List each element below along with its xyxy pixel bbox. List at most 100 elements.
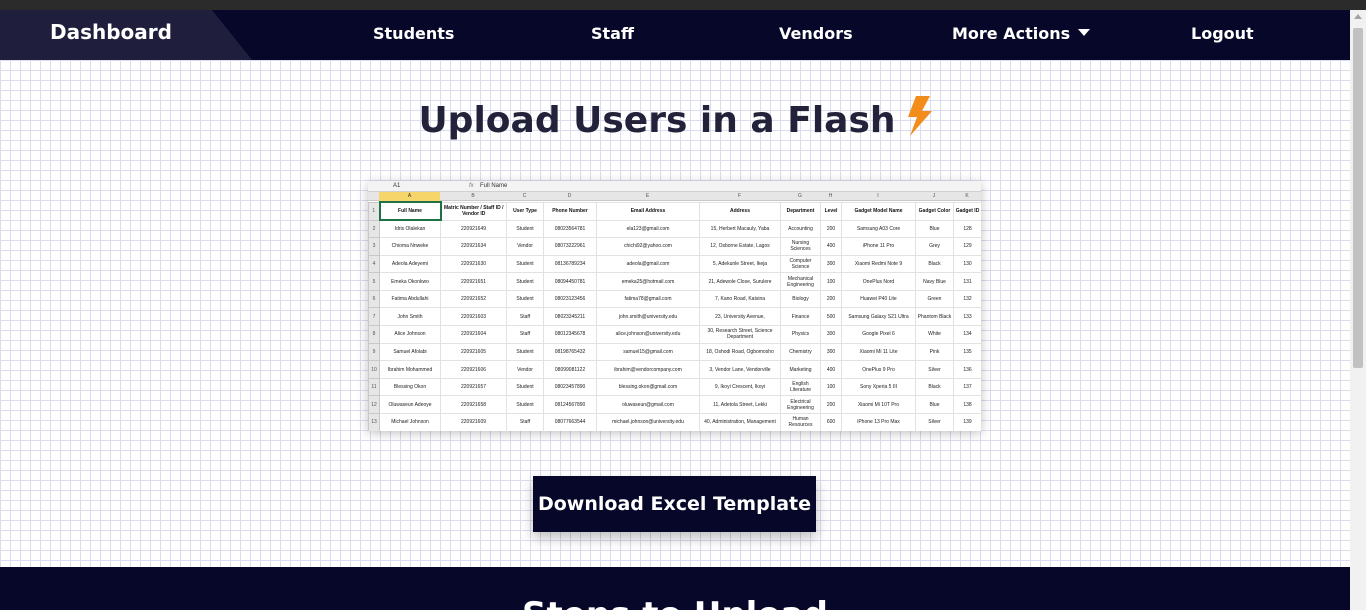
sheet-cell: Silver (915, 360, 954, 379)
sheet-cell: Blessing Okon (379, 377, 441, 397)
scroll-thumb[interactable] (1353, 28, 1363, 368)
sheet-cell: 300 (820, 254, 842, 274)
nav-vendors[interactable]: Vendors (779, 24, 853, 43)
sheet-cell: Student (506, 219, 544, 239)
sheet-cell: Pink (915, 342, 954, 362)
sheet-cell: White (915, 325, 954, 344)
sheet-cell: Nursing Sciences (780, 237, 821, 256)
sheet-cell: Adeola Adeyemi (379, 254, 441, 274)
sheet-cell: Samsung A03 Core (841, 219, 916, 239)
sheet-cell: 08023345211 (543, 307, 597, 327)
table-row: 12 Oluwaseun Adeoye 220921658 Student 081245… (368, 395, 981, 415)
column-headers: A B C D E F G H I J K (368, 192, 981, 201)
scroll-up-arrow-icon[interactable] (1354, 14, 1362, 19)
column-letter: A (379, 192, 440, 201)
table-row: 9 Samuel Afolabi 220921605 Student 081987654… (368, 342, 981, 362)
row-number: 5 (368, 272, 380, 291)
download-excel-template-button[interactable]: Download Excel Template (533, 476, 816, 532)
lightning-bolt-icon (907, 96, 932, 136)
sheet-cell: Electrical Engineering (780, 395, 821, 415)
sheet-cell: 220921657 (440, 377, 507, 397)
sheet-cell: Green (915, 289, 954, 309)
column-letter: I (877, 193, 879, 199)
table-row: 8 Alice Johnson 220921604 Staff 08012345678 a… (368, 325, 981, 344)
sheet-cell: 500 (820, 307, 842, 327)
sheet-cell: Fatima Abdullahi (379, 289, 441, 309)
table-row: 6 Fatima Abdullahi 220921652 Student 0802312… (368, 289, 981, 309)
sheet-cell: 18, Oshodi Road, Ogbomosho (699, 342, 781, 362)
sheet-cell: Accounting (780, 219, 821, 239)
page-scrollbar[interactable] (1350, 10, 1366, 610)
formula-value: Full Name (480, 183, 508, 189)
sheet-cell: 08094450781 (543, 272, 597, 291)
sheet-cell: Xiaomi Redmi Note 9 (841, 254, 916, 274)
sheet-cell: iPhone 13 Pro Max (841, 413, 916, 431)
row-number: 2 (368, 219, 380, 239)
sheet-cell: 220921606 (440, 360, 507, 379)
row-number: 6 (368, 289, 380, 309)
sheet-cell: Student (506, 395, 544, 415)
nav-more-actions[interactable]: More Actions (952, 24, 1091, 43)
sheet-cell: 130 (953, 254, 981, 274)
sheet-header-cell: Matric Number / Staff ID / Vendor ID (440, 201, 507, 221)
sheet-cell: 220921652 (440, 289, 507, 309)
sheet-cell: 131 (953, 272, 981, 291)
sheet-cell: Idris Olalekan (379, 219, 441, 239)
row-number: 12 (368, 395, 380, 415)
column-letter: G (798, 193, 802, 199)
sheet-cell: 200 (820, 289, 842, 309)
sheet-cell: Marketing (780, 360, 821, 379)
steps-section: Steps to Upload (0, 567, 1350, 610)
browser-top-strip (0, 0, 1366, 10)
fx-icon: fx (469, 183, 474, 189)
sheet-cell: 220921651 (440, 272, 507, 291)
sheet-cell: Student (506, 377, 544, 397)
sheet-cell: 08077663544 (543, 413, 597, 431)
sheet-cell: Sony Xperia 5 III (841, 377, 916, 397)
sheet-cell: Mechanical Engineering (780, 272, 821, 291)
sheet-cell: 30, Research Street, Science Department (699, 325, 781, 344)
sheet-cell: Oluwaseun Adeoye (379, 395, 441, 415)
row-number: 4 (368, 254, 380, 274)
sheet-cell: 220921634 (440, 237, 507, 256)
table-row: 10 Ibrahim Mohammed 220921606 Vendor 0809908… (368, 360, 981, 379)
row-number: 1 (368, 201, 380, 221)
sheet-cell: 134 (953, 325, 981, 344)
sheet-cell: Ibrahim Mohammed (379, 360, 441, 379)
sheet-cell: 40, Administration, Management (699, 413, 781, 431)
sheet-cell: Samuel Afolabi (379, 342, 441, 362)
column-letter: B (471, 193, 475, 199)
sheet-cell: 400 (820, 360, 842, 379)
sheet-cell: Black (915, 254, 954, 274)
dashboard-link[interactable]: Dashboard (50, 20, 172, 44)
sheet-cell: 21, Adewole Close, Surulere (699, 272, 781, 291)
nav-students[interactable]: Students (373, 24, 454, 43)
table-row: 3 Chioma Nnweke 220921634 Vendor 08073222961… (368, 237, 981, 256)
sheet-cell: Vendor (506, 237, 544, 256)
sheet-cell: English Literature (780, 377, 821, 397)
steps-section-title: Steps to Upload (0, 595, 1350, 610)
sheet-cell: 220921604 (440, 325, 507, 344)
sheet-cell: Computer Science (780, 254, 821, 274)
sheet-cell: emeka25@hotmail.com (596, 272, 700, 291)
sheet-cell: Biology (780, 289, 821, 309)
sheet-cell: John Smith (379, 307, 441, 327)
sheet-cell: Xiaomi Mi 10T Pro (841, 395, 916, 415)
sheet-cell: ela123@gmail.com (596, 219, 700, 239)
sheet-cell: michael.johnson@university.edu (596, 413, 700, 431)
sheet-cell: 132 (953, 289, 981, 309)
row-number: 8 (368, 325, 380, 344)
sheet-cell: blessing.okon@gmail.com (596, 377, 700, 397)
sheet-cell: Blue (915, 219, 954, 239)
sheet-cell: Staff (506, 413, 544, 431)
table-row: 13 Michael Johnson 220921609 Staff 080776635… (368, 413, 981, 431)
sheet-cell: Student (506, 342, 544, 362)
sheet-header-cell: Gadget Model Name (841, 201, 916, 221)
sheet-cell: Phantom Black (915, 307, 954, 327)
nav-logout[interactable]: Logout (1191, 24, 1254, 43)
sheet-cell: 100 (820, 377, 842, 397)
sheet-cell: 138 (953, 395, 981, 415)
excel-template-preview: A1 fx Full Name ABCDEFGHIJK 1 Full Name Ma… (368, 181, 981, 431)
sheet-cell: Silver (915, 413, 954, 431)
nav-staff[interactable]: Staff (591, 24, 634, 43)
